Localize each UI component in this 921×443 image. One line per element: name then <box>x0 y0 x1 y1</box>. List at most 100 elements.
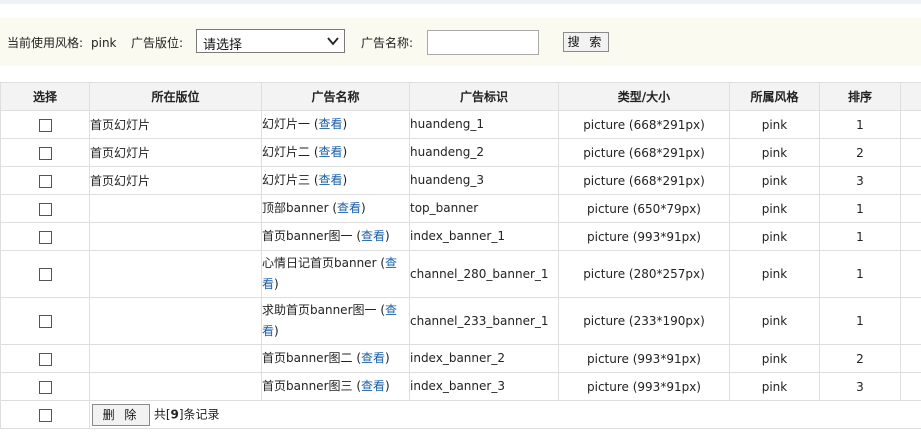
header-spacer <box>900 82 921 111</box>
select-all-checkbox[interactable] <box>38 408 52 422</box>
row-spacer <box>900 194 921 223</box>
footer-actions: 删 除 共[9]条记录 <box>89 400 921 429</box>
row-order: 1 <box>819 194 901 223</box>
row-spacer <box>900 372 921 401</box>
row-position <box>89 344 262 373</box>
row-type-size: picture (280*257px) <box>558 250 730 298</box>
row-type-size: picture (668*291px) <box>558 138 730 167</box>
row-order: 2 <box>819 138 901 167</box>
row-position: 首页幻灯片 <box>89 110 262 139</box>
style-label: 当前使用风格: <box>7 36 84 50</box>
ad-name-text: 首页banner图一 <box>262 229 353 243</box>
search-button[interactable]: 搜 索 <box>563 32 609 52</box>
row-position: 首页幻灯片 <box>89 138 262 167</box>
view-link[interactable]: 查看 <box>319 173 343 187</box>
top-strip <box>0 0 921 4</box>
row-style: pink <box>729 222 820 251</box>
view-link[interactable]: 查看 <box>361 379 385 393</box>
row-checkbox[interactable] <box>38 174 52 188</box>
row-ad-name: 首页banner图一 (查看) <box>261 222 410 251</box>
record-count: 共[9]条记录 <box>154 407 220 421</box>
view-link[interactable]: 查看 <box>361 351 385 365</box>
row-type-size: picture (993*91px) <box>558 344 730 373</box>
table-row: 首页幻灯片 幻灯片二 (查看) huandeng_2 picture (668*… <box>0 138 921 167</box>
row-ad-name: 首页banner图三 (查看) <box>261 372 410 401</box>
row-style: pink <box>729 372 820 401</box>
row-position <box>89 194 262 223</box>
style-value: pink <box>91 36 117 50</box>
row-position <box>89 372 262 401</box>
ad-name-text: 首页banner图三 <box>262 379 353 393</box>
view-link[interactable]: 查看 <box>319 145 343 159</box>
row-checkbox[interactable] <box>38 146 52 160</box>
row-ad-mark: index_banner_2 <box>409 344 559 373</box>
row-position <box>89 222 262 251</box>
position-select-value: 请选择 <box>203 38 243 53</box>
ad-name-input[interactable] <box>427 30 539 55</box>
row-position <box>89 297 262 345</box>
header-order: 排序 <box>819 82 901 111</box>
row-checkbox[interactable] <box>38 118 52 132</box>
row-spacer <box>900 138 921 167</box>
row-ad-mark: index_banner_3 <box>409 372 559 401</box>
view-link[interactable]: 查看 <box>337 201 361 215</box>
row-style: pink <box>729 250 820 298</box>
row-checkbox[interactable] <box>38 268 52 281</box>
table-row: 首页幻灯片 幻灯片三 (查看) huandeng_3 picture (668*… <box>0 166 921 195</box>
row-checkbox[interactable] <box>38 315 52 328</box>
ad-name-text: 顶部banner <box>262 201 329 215</box>
row-style: pink <box>729 344 820 373</box>
row-type-size: picture (993*91px) <box>558 372 730 401</box>
row-spacer <box>900 110 921 139</box>
row-ad-mark: index_banner_1 <box>409 222 559 251</box>
delete-button[interactable]: 删 除 <box>92 403 150 426</box>
filter-bar: 当前使用风格: pink 广告版位: 请选择 广告名称: 搜 索 <box>0 18 921 66</box>
row-ad-name: 心情日记首页banner (查看) <box>261 250 410 298</box>
row-style: pink <box>729 297 820 345</box>
view-link[interactable]: 查看 <box>361 229 385 243</box>
row-order: 1 <box>819 110 901 139</box>
row-spacer <box>900 344 921 373</box>
row-checkbox[interactable] <box>38 352 52 366</box>
row-checkbox[interactable] <box>38 380 52 394</box>
ad-name-text: 幻灯片二 <box>262 145 311 159</box>
header-position: 所在版位 <box>89 82 262 111</box>
table-row: 心情日记首页banner (查看) channel_280_banner_1 p… <box>0 250 921 298</box>
count-prefix: 共[ <box>153 407 171 421</box>
position-label: 广告版位: <box>131 36 184 50</box>
header-style: 所属风格 <box>729 82 820 111</box>
row-ad-name: 顶部banner (查看) <box>261 194 410 223</box>
row-spacer <box>900 222 921 251</box>
view-link[interactable]: 查看 <box>319 117 343 131</box>
ad-name-text: 求助首页banner图一 <box>262 303 377 317</box>
row-ad-name: 幻灯片二 (查看) <box>261 138 410 167</box>
row-position: 首页幻灯片 <box>89 166 262 195</box>
row-ad-mark: channel_280_banner_1 <box>409 250 559 298</box>
header-type-size: 类型/大小 <box>558 82 730 111</box>
row-ad-name: 求助首页banner图一 (查看) <box>261 297 410 345</box>
row-ad-name: 幻灯片一 (查看) <box>261 110 410 139</box>
header-ad-mark: 广告标识 <box>409 82 559 111</box>
row-spacer <box>900 250 921 298</box>
row-type-size: picture (650*79px) <box>558 194 730 223</box>
ad-name-text: 首页banner图二 <box>262 351 353 365</box>
header-ad-name: 广告名称 <box>261 82 410 111</box>
row-checkbox[interactable] <box>38 202 52 216</box>
table-row: 求助首页banner图一 (查看) channel_233_banner_1 p… <box>0 297 921 345</box>
row-style: pink <box>729 110 820 139</box>
ad-name-text: 幻灯片一 <box>262 117 311 131</box>
table-footer-row: 删 除 共[9]条记录 <box>0 400 921 429</box>
row-type-size: picture (233*190px) <box>558 297 730 345</box>
row-ad-name: 首页banner图二 (查看) <box>261 344 410 373</box>
row-type-size: picture (668*291px) <box>558 166 730 195</box>
position-select[interactable]: 请选择 <box>196 29 345 53</box>
row-type-size: picture (668*291px) <box>558 110 730 139</box>
table-header-row: 选择 所在版位 广告名称 广告标识 类型/大小 所属风格 排序 <box>0 82 921 111</box>
table-row: 首页banner图二 (查看) index_banner_2 picture (… <box>0 344 921 373</box>
row-checkbox[interactable] <box>38 230 52 244</box>
row-order: 3 <box>819 166 901 195</box>
count-suffix: ]条记录 <box>178 407 220 421</box>
ad-name-text: 心情日记首页banner <box>262 256 377 270</box>
row-position <box>89 250 262 298</box>
row-style: pink <box>729 138 820 167</box>
